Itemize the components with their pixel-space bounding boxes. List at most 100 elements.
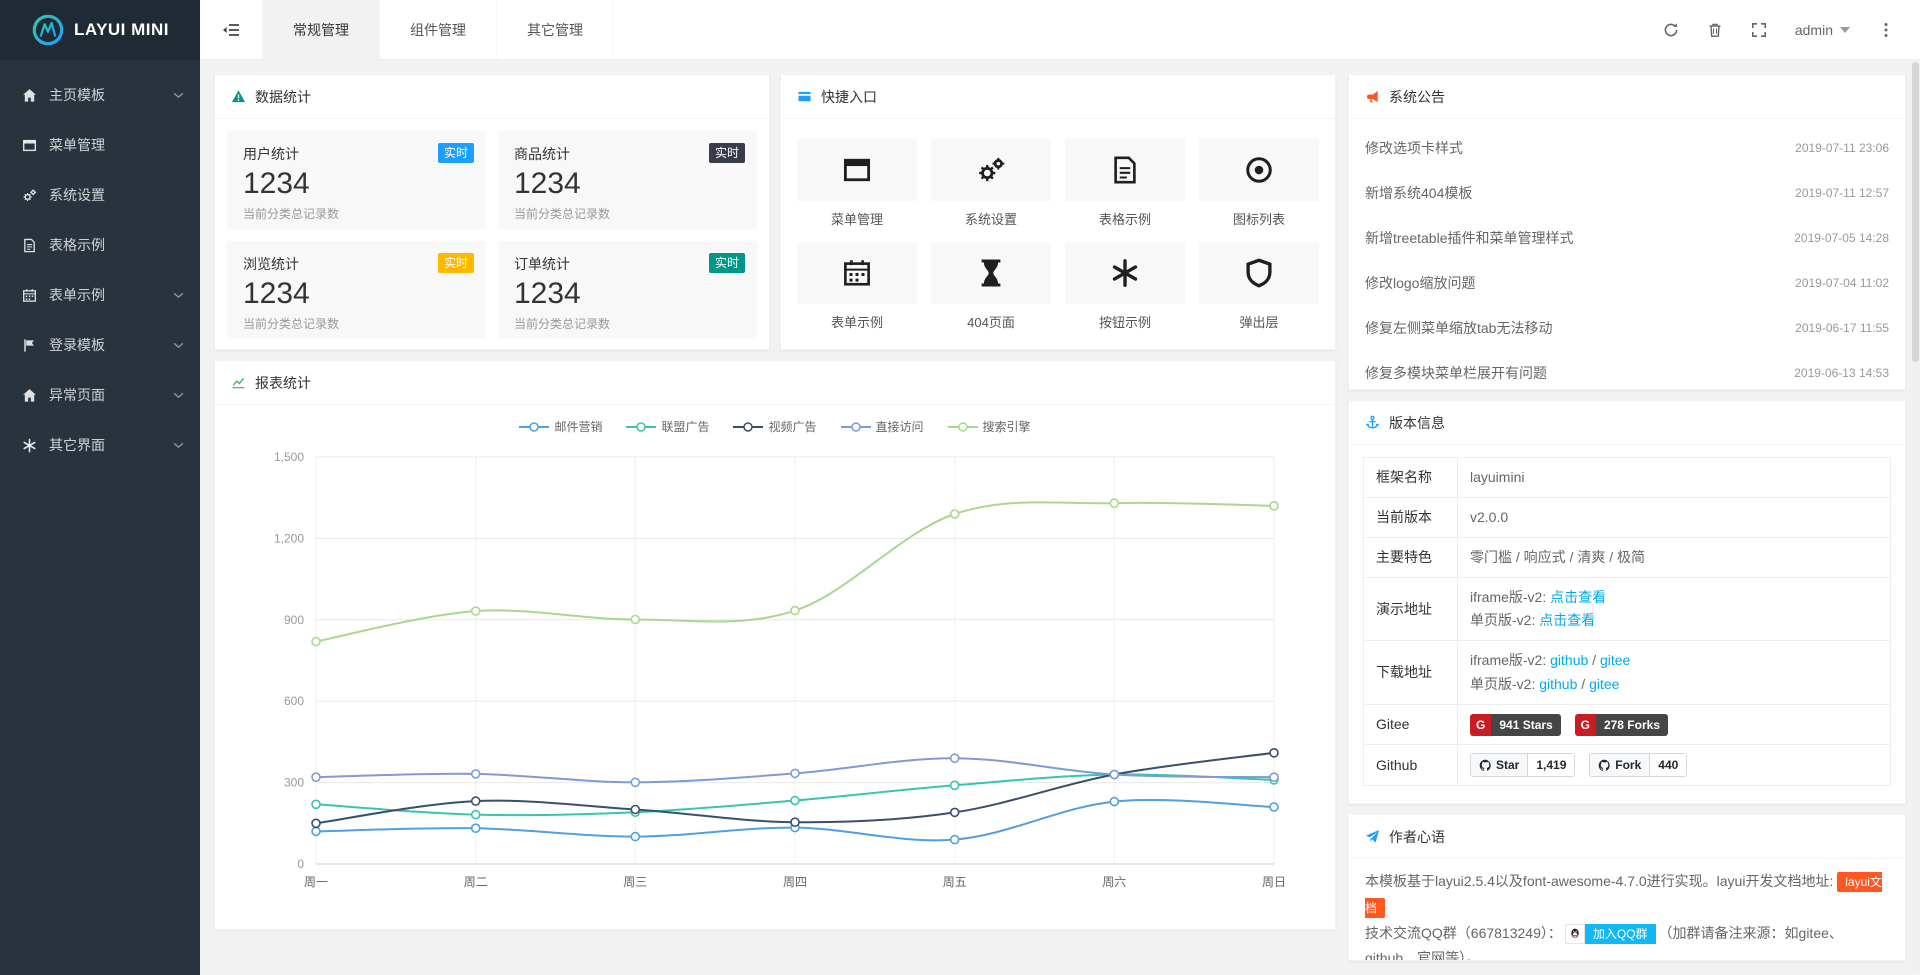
sidebar-item-error-pages[interactable]: 异常页面 — [0, 370, 200, 420]
chevron-down-icon — [173, 342, 184, 349]
sidebar-item-label: 异常页面 — [49, 385, 173, 405]
report-chart-svg: 03006009001,2001,500周一周二周三周四周五周六周日 — [231, 439, 1319, 909]
tab-other-manage[interactable]: 其它管理 — [497, 0, 614, 59]
logo[interactable]: LAYUI MINI — [0, 0, 200, 60]
quick-system-settings[interactable]: 系统设置 — [931, 139, 1051, 228]
stat-box-views[interactable]: 浏览统计 1234 当前分类总记录数 实时 — [227, 241, 486, 339]
stat-title: 商品统计 — [514, 144, 741, 164]
quick-table-demo[interactable]: 表格示例 — [1065, 139, 1185, 228]
github-link[interactable]: github — [1550, 652, 1588, 668]
quick-icon-list[interactable]: 图标列表 — [1199, 139, 1319, 228]
stat-value: 1234 — [514, 277, 741, 311]
sidebar-item-home[interactable]: 主页模板 — [0, 70, 200, 120]
stat-value: 1234 — [243, 167, 470, 201]
legend-marker-icon — [948, 421, 978, 433]
sidebar-item-table-demo[interactable]: 表格示例 — [0, 220, 200, 270]
report-chart: 03006009001,2001,500周一周二周三周四周五周六周日 — [215, 435, 1335, 929]
fullscreen-button[interactable] — [1751, 22, 1767, 38]
refresh-button[interactable] — [1663, 22, 1679, 38]
logo-icon — [31, 13, 65, 47]
stat-title: 订单统计 — [514, 254, 741, 274]
svg-text:周四: 周四 — [783, 875, 807, 889]
legend-item-2[interactable]: 视频广告 — [733, 418, 816, 435]
version-value: v2.0.0 — [1458, 498, 1891, 538]
quick-label: 表格示例 — [1065, 209, 1185, 228]
notice-item[interactable]: 修复多模块菜单栏展开有问题2019-06-13 14:53 — [1365, 350, 1889, 395]
notice-date: 2019-06-13 14:53 — [1794, 366, 1889, 380]
legend-item-4[interactable]: 搜索引擎 — [948, 418, 1031, 435]
flag-icon — [20, 338, 38, 353]
content-area: 数据统计 用户统计 1234 当前分类总记录数 实时 商品统计 1 — [200, 60, 1920, 975]
sidebar-item-settings[interactable]: 系统设置 — [0, 170, 200, 220]
legend-item-3[interactable]: 直接访问 — [841, 418, 924, 435]
notice-text: 新增treetable插件和菜单管理样式 — [1365, 228, 1573, 248]
card-quick-entry: 快捷入口 菜单管理 系统设置 — [780, 74, 1336, 350]
stat-box-orders[interactable]: 订单统计 1234 当前分类总记录数 实时 — [498, 241, 757, 339]
warning-triangle-icon — [231, 89, 246, 104]
sidebar-item-label: 菜单管理 — [49, 135, 184, 155]
more-menu-button[interactable] — [1878, 22, 1894, 38]
main-area: 常规管理 组件管理 其它管理 admin — [200, 0, 1920, 975]
quick-404-page[interactable]: 404页面 — [931, 242, 1051, 331]
stat-box-users[interactable]: 用户统计 1234 当前分类总记录数 实时 — [227, 131, 486, 229]
quick-button-demo[interactable]: 按钮示例 — [1065, 242, 1185, 331]
tab-component-manage[interactable]: 组件管理 — [380, 0, 497, 59]
svg-text:周日: 周日 — [1262, 875, 1286, 889]
card-icon — [797, 89, 812, 104]
file-icon — [1065, 139, 1185, 201]
notice-item[interactable]: 修复左侧菜单缩放tab无法移动2019-06-17 11:55 — [1365, 305, 1889, 350]
demo-link[interactable]: 点击查看 — [1550, 589, 1606, 605]
quick-menu-manage[interactable]: 菜单管理 — [797, 139, 917, 228]
status-badge: 实时 — [438, 143, 474, 163]
user-menu[interactable]: admin — [1795, 22, 1850, 38]
snowflake-icon — [20, 438, 38, 453]
notice-item[interactable]: 新增系统404模板2019-07-11 12:57 — [1365, 170, 1889, 215]
github-star-badge[interactable]: Star 1,419 — [1470, 753, 1575, 777]
github-fork-badge[interactable]: Fork 440 — [1589, 753, 1687, 777]
notice-item[interactable]: 修改选项卡样式2019-07-11 23:06 — [1365, 125, 1889, 170]
notice-item[interactable]: 新增treetable插件和菜单管理样式2019-07-05 14:28 — [1365, 215, 1889, 260]
tab-general-manage[interactable]: 常规管理 — [262, 0, 380, 59]
legend-item-1[interactable]: 联盟广告 — [626, 418, 709, 435]
separator: / — [1592, 652, 1596, 668]
notice-text: 修改选项卡样式 — [1365, 138, 1463, 158]
join-qq-group-button[interactable]: 加入QQ群 — [1565, 924, 1656, 944]
trash-icon — [1707, 22, 1723, 38]
sidebar-item-label: 表单示例 — [49, 285, 173, 305]
legend-item-0[interactable]: 邮件营销 — [519, 418, 602, 435]
sidebar-toggle-button[interactable] — [200, 0, 262, 59]
gitee-stars-badge[interactable]: G941 Stars — [1470, 714, 1561, 736]
gitee-forks-badge[interactable]: G278 Forks — [1575, 714, 1668, 736]
legend-marker-icon — [519, 421, 549, 433]
demo-link[interactable]: 点击查看 — [1539, 612, 1595, 628]
gitee-link[interactable]: gitee — [1589, 676, 1619, 692]
quick-label: 图标列表 — [1199, 209, 1319, 228]
scrollbar[interactable] — [1912, 62, 1919, 972]
sidebar-item-other-pages[interactable]: 其它界面 — [0, 420, 200, 470]
bullhorn-icon — [1365, 89, 1380, 104]
scrollbar-thumb[interactable] — [1912, 62, 1919, 362]
version-label: Gitee — [1364, 704, 1458, 744]
version-value: layuimini — [1458, 458, 1891, 498]
refresh-icon — [1663, 22, 1679, 38]
card-title: 数据统计 — [255, 87, 311, 107]
separator: / — [1581, 676, 1585, 692]
quick-form-demo[interactable]: 表单示例 — [797, 242, 917, 331]
clear-cache-button[interactable] — [1707, 22, 1723, 38]
sidebar-item-label: 表格示例 — [49, 235, 184, 255]
chevron-down-icon — [173, 392, 184, 399]
sidebar: LAYUI MINI 主页模板 菜单管理 系统设置 表格示例 表单 — [0, 0, 200, 975]
quick-popup-layer[interactable]: 弹出层 — [1199, 242, 1319, 331]
chart-line-icon — [231, 375, 246, 390]
sidebar-item-form-demo[interactable]: 表单示例 — [0, 270, 200, 320]
notice-item[interactable]: 修改logo缩放问题2019-07-04 11:02 — [1365, 260, 1889, 305]
version-label: 主要特色 — [1364, 538, 1458, 578]
table-row: 主要特色 零门槛 / 响应式 / 清爽 / 极简 — [1364, 538, 1891, 578]
github-link[interactable]: github — [1539, 676, 1577, 692]
stat-box-goods[interactable]: 商品统计 1234 当前分类总记录数 实时 — [498, 131, 757, 229]
sidebar-item-menu-manage[interactable]: 菜单管理 — [0, 120, 200, 170]
circle-dot-icon — [1199, 139, 1319, 201]
gitee-link[interactable]: gitee — [1600, 652, 1630, 668]
version-value: Star 1,419 Fork 440 — [1458, 744, 1891, 785]
sidebar-item-login-demo[interactable]: 登录模板 — [0, 320, 200, 370]
